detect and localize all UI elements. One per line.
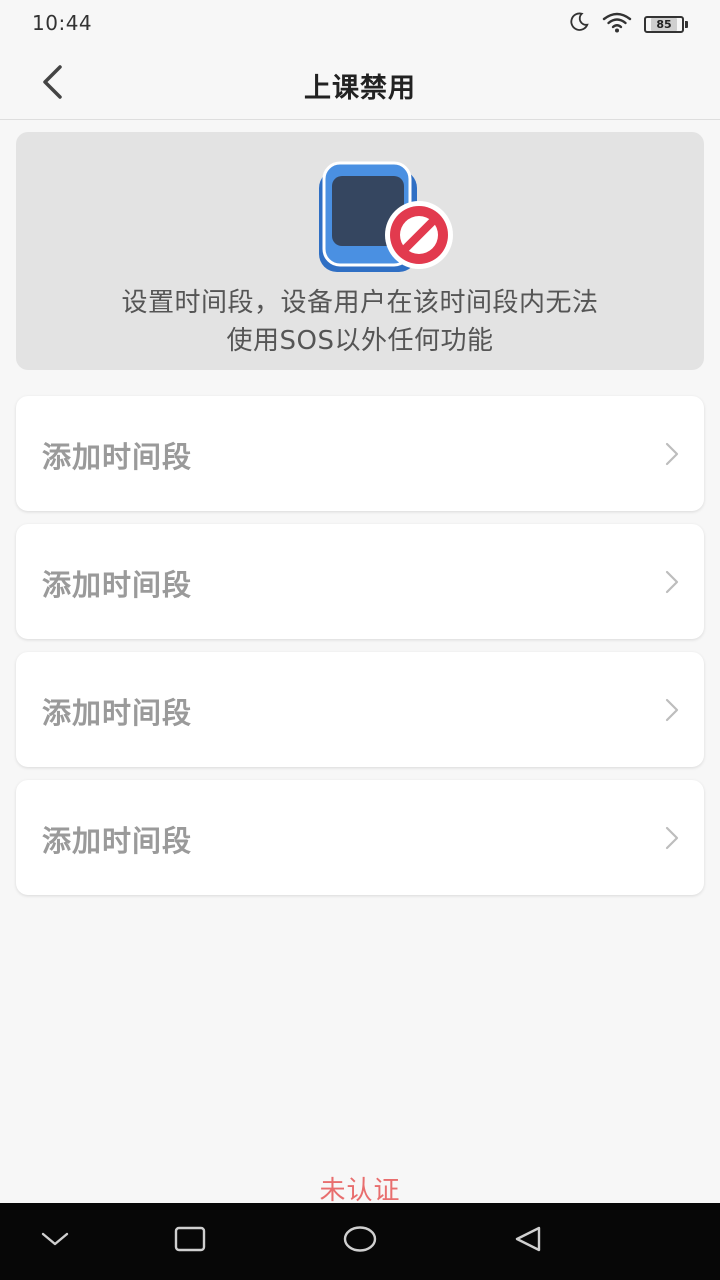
nav-home-button[interactable] [338, 1221, 382, 1261]
add-time-slot-item[interactable]: 添加时间段 [16, 652, 704, 767]
add-time-slot-item[interactable]: 添加时间段 [16, 780, 704, 895]
status-time: 10:44 [32, 11, 93, 35]
battery-level: 85 [651, 17, 677, 31]
chevron-down-icon [40, 1230, 70, 1252]
time-slot-list: 添加时间段 添加时间段 添加时间段 添加时间段 [16, 396, 704, 908]
chevron-right-icon [664, 826, 680, 850]
header: 上课禁用 [0, 48, 720, 120]
nav-collapse-button[interactable] [33, 1221, 77, 1261]
triangle-back-icon [513, 1225, 543, 1257]
moon-icon [568, 11, 590, 37]
time-slot-label: 添加时间段 [42, 824, 193, 858]
chevron-right-icon [664, 698, 680, 722]
info-line-2: 使用SOS以外任何功能 [226, 326, 494, 356]
info-card: 设置时间段，设备用户在该时间段内无法 使用SOS以外任何功能 [16, 132, 704, 370]
system-nav-bar [0, 1203, 720, 1280]
nav-recents-button[interactable] [168, 1221, 212, 1261]
circle-icon [343, 1225, 377, 1257]
watch-blocked-icon [316, 160, 460, 274]
chevron-right-icon [664, 442, 680, 466]
nav-back-button[interactable] [506, 1221, 550, 1261]
page-title: 上课禁用 [304, 73, 416, 104]
add-time-slot-item[interactable]: 添加时间段 [16, 396, 704, 511]
status-bar: 10:44 85 [0, 0, 720, 48]
battery-icon: 85 [644, 15, 688, 33]
info-description: 设置时间段，设备用户在该时间段内无法 使用SOS以外任何功能 [16, 284, 704, 360]
time-slot-label: 添加时间段 [42, 696, 193, 730]
add-time-slot-item[interactable]: 添加时间段 [16, 524, 704, 639]
time-slot-label: 添加时间段 [42, 440, 193, 474]
square-icon [174, 1226, 206, 1256]
status-icons: 85 [568, 11, 688, 37]
info-line-1: 设置时间段，设备用户在该时间段内无法 [121, 288, 599, 318]
chevron-right-icon [664, 570, 680, 594]
certification-status: 未认证 [319, 1176, 401, 1206]
time-slot-label: 添加时间段 [42, 568, 193, 602]
wifi-icon [602, 11, 632, 37]
